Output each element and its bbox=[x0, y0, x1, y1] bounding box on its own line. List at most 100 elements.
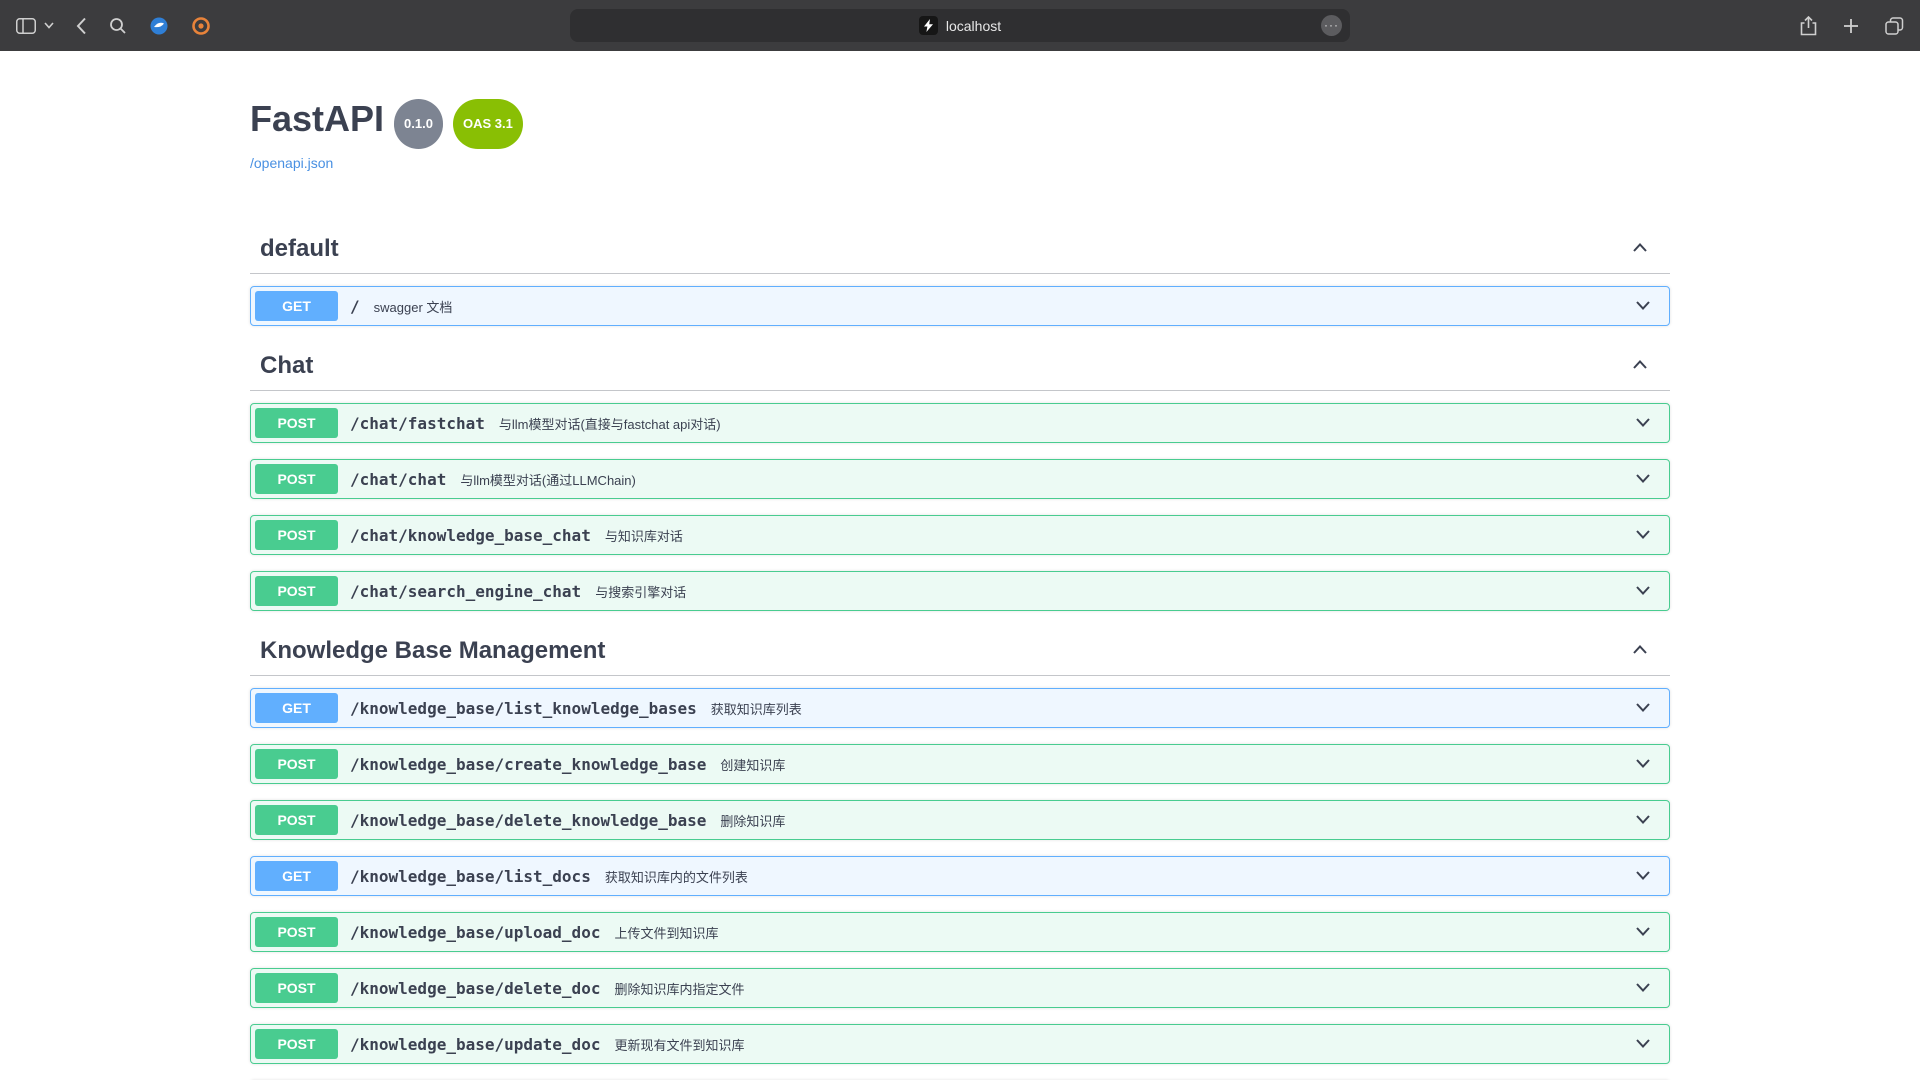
operation-row[interactable]: GET /knowledge_base/list_knowledge_bases… bbox=[250, 688, 1670, 728]
operation-row[interactable]: POST /knowledge_base/delete_doc 删除知识库内指定… bbox=[250, 968, 1670, 1008]
expand-operation-button[interactable] bbox=[1621, 697, 1665, 720]
operation-row[interactable]: POST /chat/search_engine_chat 与搜索引擎对话 bbox=[250, 571, 1670, 611]
share-button[interactable] bbox=[1798, 14, 1819, 38]
oas-badge: OAS 3.1 bbox=[453, 99, 523, 149]
collapse-section-button[interactable] bbox=[1624, 640, 1656, 663]
method-badge: POST bbox=[255, 805, 338, 835]
section-header[interactable]: Chat bbox=[250, 342, 1670, 391]
section-header[interactable]: default bbox=[250, 225, 1670, 274]
chevron-down-icon bbox=[1633, 753, 1653, 773]
expand-operation-button[interactable] bbox=[1621, 524, 1665, 547]
operation-summary-bar: POST /chat/fastchat 与llm模型对话(直接与fastchat… bbox=[251, 404, 1669, 442]
operation-row[interactable]: GET / swagger 文档 bbox=[250, 286, 1670, 326]
operation-path: /knowledge_base/create_knowledge_base bbox=[350, 755, 706, 774]
expand-operation-button[interactable] bbox=[1621, 295, 1665, 318]
operation-row[interactable]: POST /knowledge_base/create_knowledge_ba… bbox=[250, 744, 1670, 784]
operation-description: swagger 文档 bbox=[374, 297, 453, 316]
operation-summary-bar: POST /chat/chat 与llm模型对话(通过LLMChain) bbox=[251, 460, 1669, 498]
operation-description: 删除知识库内指定文件 bbox=[614, 979, 744, 998]
operation-summary-bar: POST /chat/knowledge_base_chat 与知识库对话 bbox=[251, 516, 1669, 554]
plus-icon bbox=[1843, 18, 1859, 34]
site-favicon bbox=[919, 16, 938, 35]
section-header[interactable]: Knowledge Base Management bbox=[250, 627, 1670, 676]
api-section: Knowledge Base Management GET /knowledge… bbox=[250, 627, 1670, 1080]
operation-description: 上传文件到知识库 bbox=[614, 923, 718, 942]
expand-operation-button[interactable] bbox=[1621, 753, 1665, 776]
swagger-ui-page: FastAPI 0.1.0 OAS 3.1 /openapi.json defa… bbox=[230, 97, 1690, 1080]
api-section: Chat POST /chat/fastchat 与llm模型对话(直接与fas… bbox=[250, 342, 1670, 611]
operation-description: 更新现有文件到知识库 bbox=[614, 1035, 744, 1054]
share-icon bbox=[1800, 16, 1817, 36]
toolbar-center-group: localhost ··· bbox=[244, 9, 1676, 42]
sidebar-icon bbox=[16, 18, 36, 34]
expand-operation-button[interactable] bbox=[1621, 1033, 1665, 1056]
browser-toolbar: localhost ··· bbox=[0, 0, 1920, 51]
operation-description: 获取知识库内的文件列表 bbox=[605, 867, 748, 886]
chevron-down-icon bbox=[1633, 809, 1653, 829]
blue-extension-button[interactable] bbox=[147, 14, 171, 38]
collapse-section-button[interactable] bbox=[1624, 238, 1656, 261]
chevron-up-icon bbox=[1630, 355, 1650, 375]
expand-operation-button[interactable] bbox=[1621, 865, 1665, 888]
method-badge: POST bbox=[255, 408, 338, 438]
orange-extension-button[interactable] bbox=[189, 14, 213, 38]
api-info: FastAPI 0.1.0 OAS 3.1 /openapi.json bbox=[250, 97, 1670, 173]
operation-row[interactable]: POST /chat/knowledge_base_chat 与知识库对话 bbox=[250, 515, 1670, 555]
expand-operation-button[interactable] bbox=[1621, 977, 1665, 1000]
search-button[interactable] bbox=[107, 15, 129, 37]
section-operations: POST /chat/fastchat 与llm模型对话(直接与fastchat… bbox=[250, 391, 1670, 611]
method-badge: POST bbox=[255, 576, 338, 606]
new-tab-button[interactable] bbox=[1841, 16, 1861, 36]
chevron-down-icon bbox=[1633, 295, 1653, 315]
operation-row[interactable]: POST /chat/fastchat 与llm模型对话(直接与fastchat… bbox=[250, 403, 1670, 443]
sidebar-menu-chevron[interactable] bbox=[42, 20, 56, 31]
operation-path: /knowledge_base/list_knowledge_bases bbox=[350, 699, 697, 718]
section-title: default bbox=[260, 235, 339, 263]
operation-summary-bar: POST /knowledge_base/update_doc 更新现有文件到知… bbox=[251, 1025, 1669, 1063]
chevron-down-icon bbox=[1633, 921, 1653, 941]
version-badge: 0.1.0 bbox=[394, 99, 443, 149]
expand-operation-button[interactable] bbox=[1621, 580, 1665, 603]
tab-overview-button[interactable] bbox=[1883, 15, 1906, 37]
chevron-down-icon bbox=[1633, 580, 1653, 600]
back-chevron-icon bbox=[76, 17, 87, 35]
expand-operation-button[interactable] bbox=[1621, 921, 1665, 944]
api-section: default GET / swagger 文档 bbox=[250, 225, 1670, 326]
page-options-button[interactable]: ··· bbox=[1321, 15, 1342, 36]
operation-path: /knowledge_base/update_doc bbox=[350, 1035, 600, 1054]
operation-row[interactable]: POST /knowledge_base/update_doc 更新现有文件到知… bbox=[250, 1024, 1670, 1064]
chevron-down-icon bbox=[1633, 1033, 1653, 1053]
chevron-up-icon bbox=[1630, 640, 1650, 660]
method-badge: POST bbox=[255, 1029, 338, 1059]
chevron-down-icon bbox=[44, 22, 54, 29]
operation-description: 与llm模型对话(直接与fastchat api对话) bbox=[499, 414, 721, 433]
operation-description: 与搜索引擎对话 bbox=[595, 582, 686, 601]
collapse-section-button[interactable] bbox=[1624, 355, 1656, 378]
operation-summary-bar: POST /chat/search_engine_chat 与搜索引擎对话 bbox=[251, 572, 1669, 610]
method-badge: POST bbox=[255, 520, 338, 550]
operation-row[interactable]: POST /knowledge_base/upload_doc 上传文件到知识库 bbox=[250, 912, 1670, 952]
openapi-json-link[interactable]: /openapi.json bbox=[250, 155, 333, 171]
page-title: FastAPI 0.1.0 OAS 3.1 bbox=[250, 97, 1670, 149]
expand-operation-button[interactable] bbox=[1621, 468, 1665, 491]
operation-path: /chat/knowledge_base_chat bbox=[350, 526, 591, 545]
section-operations: GET / swagger 文档 bbox=[250, 274, 1670, 326]
chevron-down-icon bbox=[1633, 697, 1653, 717]
operation-row[interactable]: POST /knowledge_base/delete_knowledge_ba… bbox=[250, 800, 1670, 840]
chevron-down-icon bbox=[1633, 412, 1653, 432]
chevron-down-icon bbox=[1633, 977, 1653, 997]
expand-operation-button[interactable] bbox=[1621, 809, 1665, 832]
operation-path: / bbox=[350, 297, 360, 316]
section-title: Chat bbox=[260, 352, 313, 380]
sidebar-toggle-button[interactable] bbox=[14, 16, 38, 36]
section-operations: GET /knowledge_base/list_knowledge_bases… bbox=[250, 676, 1670, 1080]
expand-operation-button[interactable] bbox=[1621, 412, 1665, 435]
operation-row[interactable]: POST /chat/chat 与llm模型对话(通过LLMChain) bbox=[250, 459, 1670, 499]
operation-path: /knowledge_base/upload_doc bbox=[350, 923, 600, 942]
url-bar[interactable]: localhost ··· bbox=[570, 9, 1350, 42]
operation-summary-bar: GET /knowledge_base/list_docs 获取知识库内的文件列… bbox=[251, 857, 1669, 895]
method-badge: POST bbox=[255, 749, 338, 779]
operation-path: /chat/search_engine_chat bbox=[350, 582, 581, 601]
operation-row[interactable]: GET /knowledge_base/list_docs 获取知识库内的文件列… bbox=[250, 856, 1670, 896]
back-button[interactable] bbox=[74, 15, 89, 37]
